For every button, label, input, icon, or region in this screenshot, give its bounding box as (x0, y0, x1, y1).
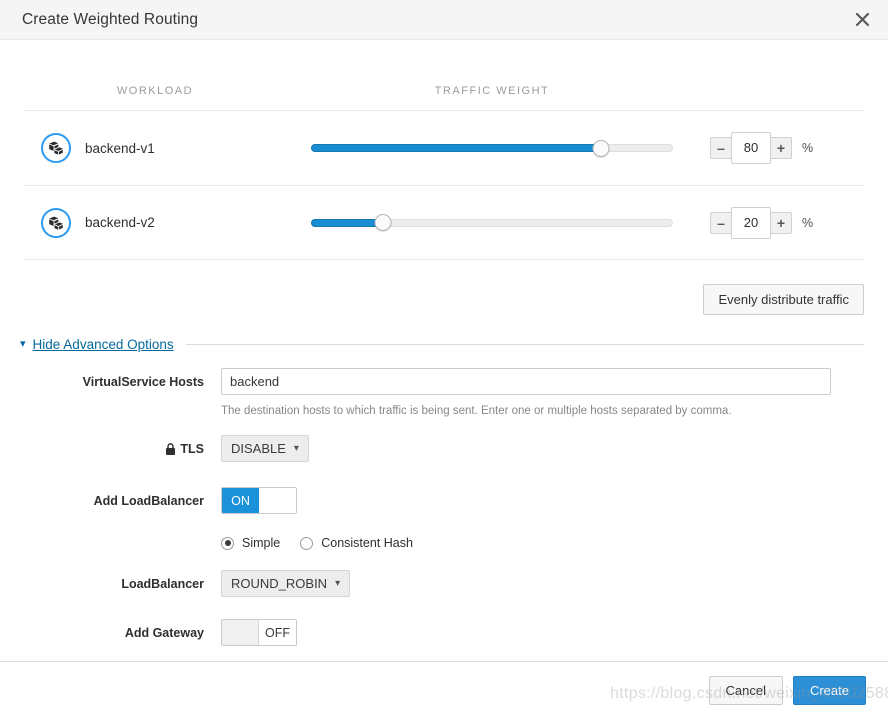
advanced-options-form: VirtualService Hosts The destination hos… (24, 368, 864, 650)
workload-cube-icon (41, 133, 71, 163)
workload-cell: backend-v1 (24, 133, 286, 163)
tls-selected-value: DISABLE (231, 441, 286, 456)
weight-stepper-cell: – 80 + % (698, 132, 864, 164)
percent-label: % (802, 141, 814, 155)
virtualservice-hosts-help: The destination hosts to which traffic i… (221, 405, 732, 417)
slider-handle[interactable] (374, 214, 392, 231)
hide-advanced-options-link[interactable]: Hide Advanced Options (33, 337, 174, 352)
add-loadbalancer-label: Add LoadBalancer (93, 494, 204, 508)
decrement-button[interactable]: – (710, 137, 732, 159)
weight-stepper-cell: – 20 + % (698, 206, 864, 239)
tls-row: TLS DISABLE ▾ (24, 435, 864, 462)
tls-label: TLS (180, 442, 204, 456)
radio-label-consistent-hash[interactable]: Consistent Hash (321, 536, 413, 550)
decrement-button[interactable]: – (710, 211, 732, 234)
loadbalancer-control: ROUND_ROBIN ▾ (221, 570, 864, 597)
cancel-button[interactable]: Cancel (708, 676, 783, 705)
workload-name: backend-v1 (85, 140, 155, 156)
add-gateway-control: OFF (221, 619, 864, 650)
table-row: backend-v1 – 80 + % (24, 110, 864, 185)
weight-slider[interactable] (311, 214, 673, 232)
tls-select[interactable]: DISABLE ▾ (221, 435, 309, 462)
weight-slider-cell (286, 139, 698, 157)
add-gateway-row: Add Gateway OFF (24, 619, 864, 650)
weight-input[interactable]: 20 (731, 206, 771, 239)
divider (185, 344, 864, 345)
toggle-track (222, 620, 259, 645)
tls-control: DISABLE ▾ (221, 435, 864, 462)
chevron-down-icon[interactable]: ▾ (20, 339, 26, 350)
weight-slider-cell (286, 214, 698, 232)
advanced-options-header: ▾ Hide Advanced Options (20, 337, 864, 352)
loadbalancer-label: LoadBalancer (121, 577, 204, 591)
dialog-footer: Cancel Create (0, 661, 888, 719)
radio-consistent-hash[interactable] (300, 536, 314, 550)
virtualservice-hosts-label: VirtualService Hosts (82, 375, 204, 389)
workload-name: backend-v2 (85, 215, 155, 230)
radio-label-simple[interactable]: Simple (242, 536, 280, 550)
add-loadbalancer-toggle[interactable]: ON (221, 487, 297, 514)
table-row: backend-v2 – 20 + % (24, 185, 864, 260)
toggle-on-label: ON (222, 488, 259, 513)
virtualservice-hosts-row: VirtualService Hosts The destination hos… (24, 368, 864, 435)
slider-handle[interactable] (592, 139, 610, 157)
dialog-header: Create Weighted Routing (0, 0, 888, 40)
radio-dot (224, 540, 231, 546)
dialog-body: WORKLOAD TRAFFIC WEIGHT backend-v1 – 80 … (0, 40, 888, 661)
column-header-traffic-weight: TRAFFIC WEIGHT (434, 85, 550, 97)
evenly-distribute-traffic-button[interactable]: Evenly distribute traffic (703, 284, 864, 315)
toggle-track (259, 488, 296, 513)
workload-weight-table: WORKLOAD TRAFFIC WEIGHT backend-v1 – 80 … (24, 40, 864, 260)
slider-fill (311, 218, 384, 227)
quantity-stepper: – 80 + (710, 132, 792, 164)
radio-simple[interactable] (221, 536, 234, 550)
chevron-down-icon: ▾ (293, 443, 299, 454)
tls-label-wrap: TLS (24, 435, 221, 459)
loadbalancer-select[interactable]: ROUND_ROBIN ▾ (221, 570, 351, 597)
loadbalancer-row: LoadBalancer ROUND_ROBIN ▾ (24, 570, 864, 597)
quantity-stepper: – 20 + (710, 206, 792, 239)
virtualservice-hosts-input[interactable] (221, 368, 831, 395)
loadbalancer-selected-value: ROUND_ROBIN (231, 576, 328, 591)
add-loadbalancer-row: Add LoadBalancer ON Simple Consistent Ha… (24, 487, 864, 570)
lock-icon (165, 443, 176, 459)
weight-slider[interactable] (311, 139, 673, 157)
create-button[interactable]: Create (792, 676, 866, 705)
percent-label: % (802, 215, 814, 230)
slider-fill (311, 144, 601, 152)
add-gateway-label: Add Gateway (124, 626, 204, 640)
workload-cell: backend-v2 (24, 207, 286, 238)
workload-cube-icon (41, 207, 71, 238)
increment-button[interactable]: + (770, 137, 792, 159)
evenly-distribute-row: Evenly distribute traffic (24, 260, 864, 315)
dialog-title: Create Weighted Routing (22, 10, 199, 28)
lb-mode-radio-group: Simple Consistent Hash (221, 536, 864, 550)
virtualservice-hosts-control: The destination hosts to which traffic i… (221, 368, 864, 435)
increment-button[interactable]: + (770, 211, 792, 234)
add-gateway-toggle[interactable]: OFF (221, 619, 297, 646)
chevron-down-icon: ▾ (335, 578, 341, 589)
add-loadbalancer-control: ON Simple Consistent Hash (221, 487, 864, 570)
weight-input[interactable]: 80 (731, 132, 771, 164)
close-icon[interactable] (848, 6, 876, 34)
column-header-workload: WORKLOAD (116, 85, 194, 97)
toggle-off-label: OFF (259, 620, 296, 645)
table-header-row: WORKLOAD TRAFFIC WEIGHT (24, 78, 864, 110)
create-weighted-routing-dialog: Create Weighted Routing WORKLOAD TRAFFIC… (0, 0, 888, 719)
